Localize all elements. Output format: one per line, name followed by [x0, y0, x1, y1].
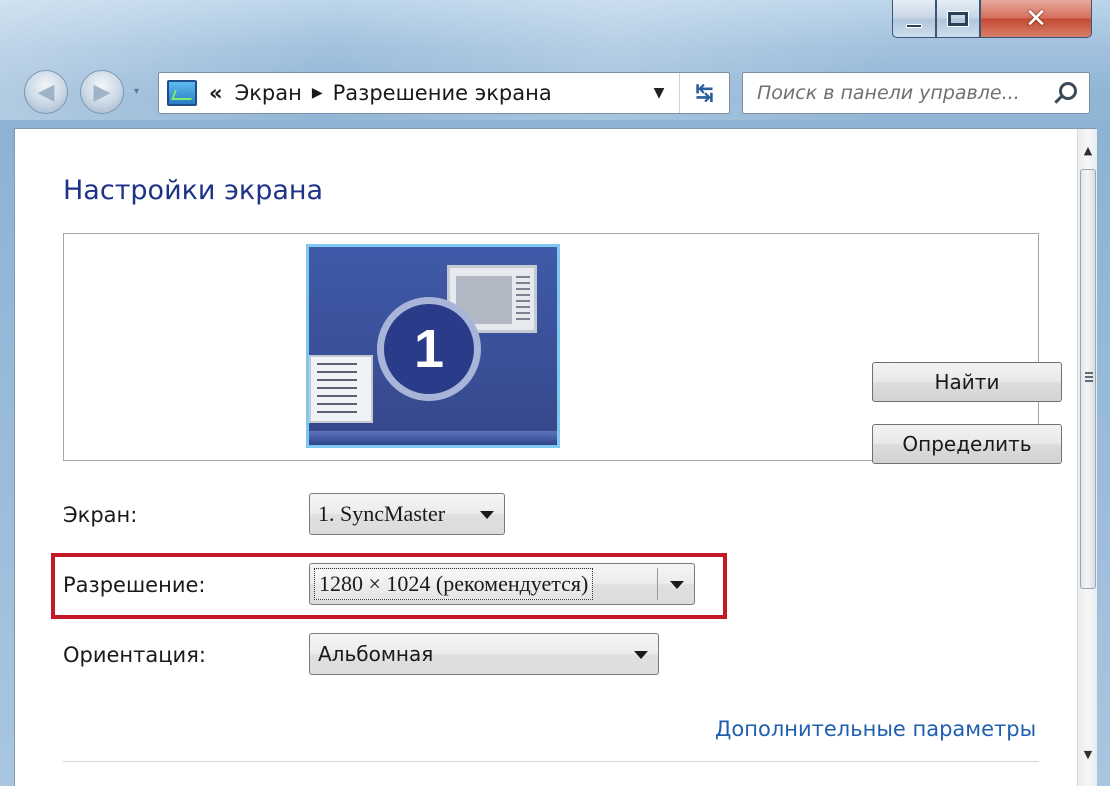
scroll-up-button[interactable]: ▲ — [1078, 133, 1098, 167]
content-pane: Настройки экрана 1 Найти Определить Экра… — [14, 128, 1097, 786]
search-box — [742, 72, 1090, 114]
refresh-icon: ↹ — [695, 80, 714, 106]
search-icon[interactable] — [1059, 82, 1077, 100]
screen-select[interactable]: 1. SyncMaster — [309, 493, 505, 535]
find-button[interactable]: Найти — [872, 362, 1062, 402]
display-preview: 1 Найти Определить — [63, 233, 1062, 464]
breadcrumb-item-screen[interactable]: Экран — [235, 81, 302, 105]
monitor-number-badge: 1 — [377, 297, 481, 401]
grip-icon — [1085, 372, 1093, 382]
scroll-down-button[interactable]: ▼ — [1078, 737, 1098, 771]
identify-button[interactable]: Определить — [872, 424, 1062, 464]
page-title: Настройки экрана — [63, 175, 324, 206]
minimize-button[interactable] — [892, 0, 936, 38]
dropdown-arrow-icon — [634, 651, 648, 659]
display-control-panel-icon — [167, 80, 197, 106]
close-button[interactable]: ✕ — [980, 0, 1092, 38]
mini-taskbar — [309, 431, 557, 445]
maximize-button[interactable] — [936, 0, 980, 38]
advanced-settings-link[interactable]: Дополнительные параметры — [715, 717, 1036, 741]
chevron-down-icon: ▾ — [134, 86, 140, 97]
maximize-icon — [947, 10, 969, 27]
resolution-select[interactable]: 1280 × 1024 (рекомендуется) — [309, 563, 695, 605]
dropdown-arrow-icon: ▼ — [653, 85, 665, 101]
caption-buttons: ✕ — [892, 0, 1092, 38]
recent-pages-button[interactable]: ▾ — [134, 86, 139, 97]
vertical-scrollbar[interactable]: ▲ ▼ — [1077, 129, 1097, 786]
arrow-left-icon: ◀ — [37, 79, 55, 105]
close-icon: ✕ — [1025, 3, 1047, 34]
back-button[interactable]: ◀ — [24, 70, 68, 114]
breadcrumb-overflow-button[interactable]: « — [209, 81, 223, 105]
breadcrumb-item-resolution[interactable]: Разрешение экрана — [333, 81, 552, 105]
dropdown-separator — [657, 568, 658, 600]
resolution-select-value: 1280 × 1024 (рекомендуется) — [314, 568, 594, 600]
dropdown-arrow-icon — [670, 581, 684, 589]
dropdown-arrow-icon — [480, 511, 494, 519]
orientation-label: Ориентация: — [63, 643, 206, 667]
screen-label: Экран: — [63, 503, 138, 527]
breadcrumb-separator-icon[interactable]: ▶ — [312, 85, 323, 101]
address-history-button[interactable]: ▼ — [639, 73, 679, 113]
arrow-right-icon: ▶ — [93, 79, 111, 105]
address-bar[interactable]: « Экран ▶ Разрешение экрана ▼ ↹ — [158, 72, 730, 114]
monitor-thumbnail[interactable]: 1 — [306, 244, 560, 448]
divider — [63, 761, 1039, 762]
minimize-icon — [906, 23, 922, 28]
mini-window-icon — [309, 355, 373, 423]
orientation-select-value: Альбомная — [318, 642, 434, 666]
screen-select-value: 1. SyncMaster — [318, 501, 446, 526]
scroll-thumb[interactable] — [1080, 169, 1096, 589]
orientation-select[interactable]: Альбомная — [309, 633, 659, 675]
search-input[interactable] — [757, 82, 1057, 104]
refresh-button[interactable]: ↹ — [679, 73, 729, 113]
forward-button[interactable]: ▶ — [80, 70, 124, 114]
resolution-label: Разрешение: — [63, 573, 206, 597]
